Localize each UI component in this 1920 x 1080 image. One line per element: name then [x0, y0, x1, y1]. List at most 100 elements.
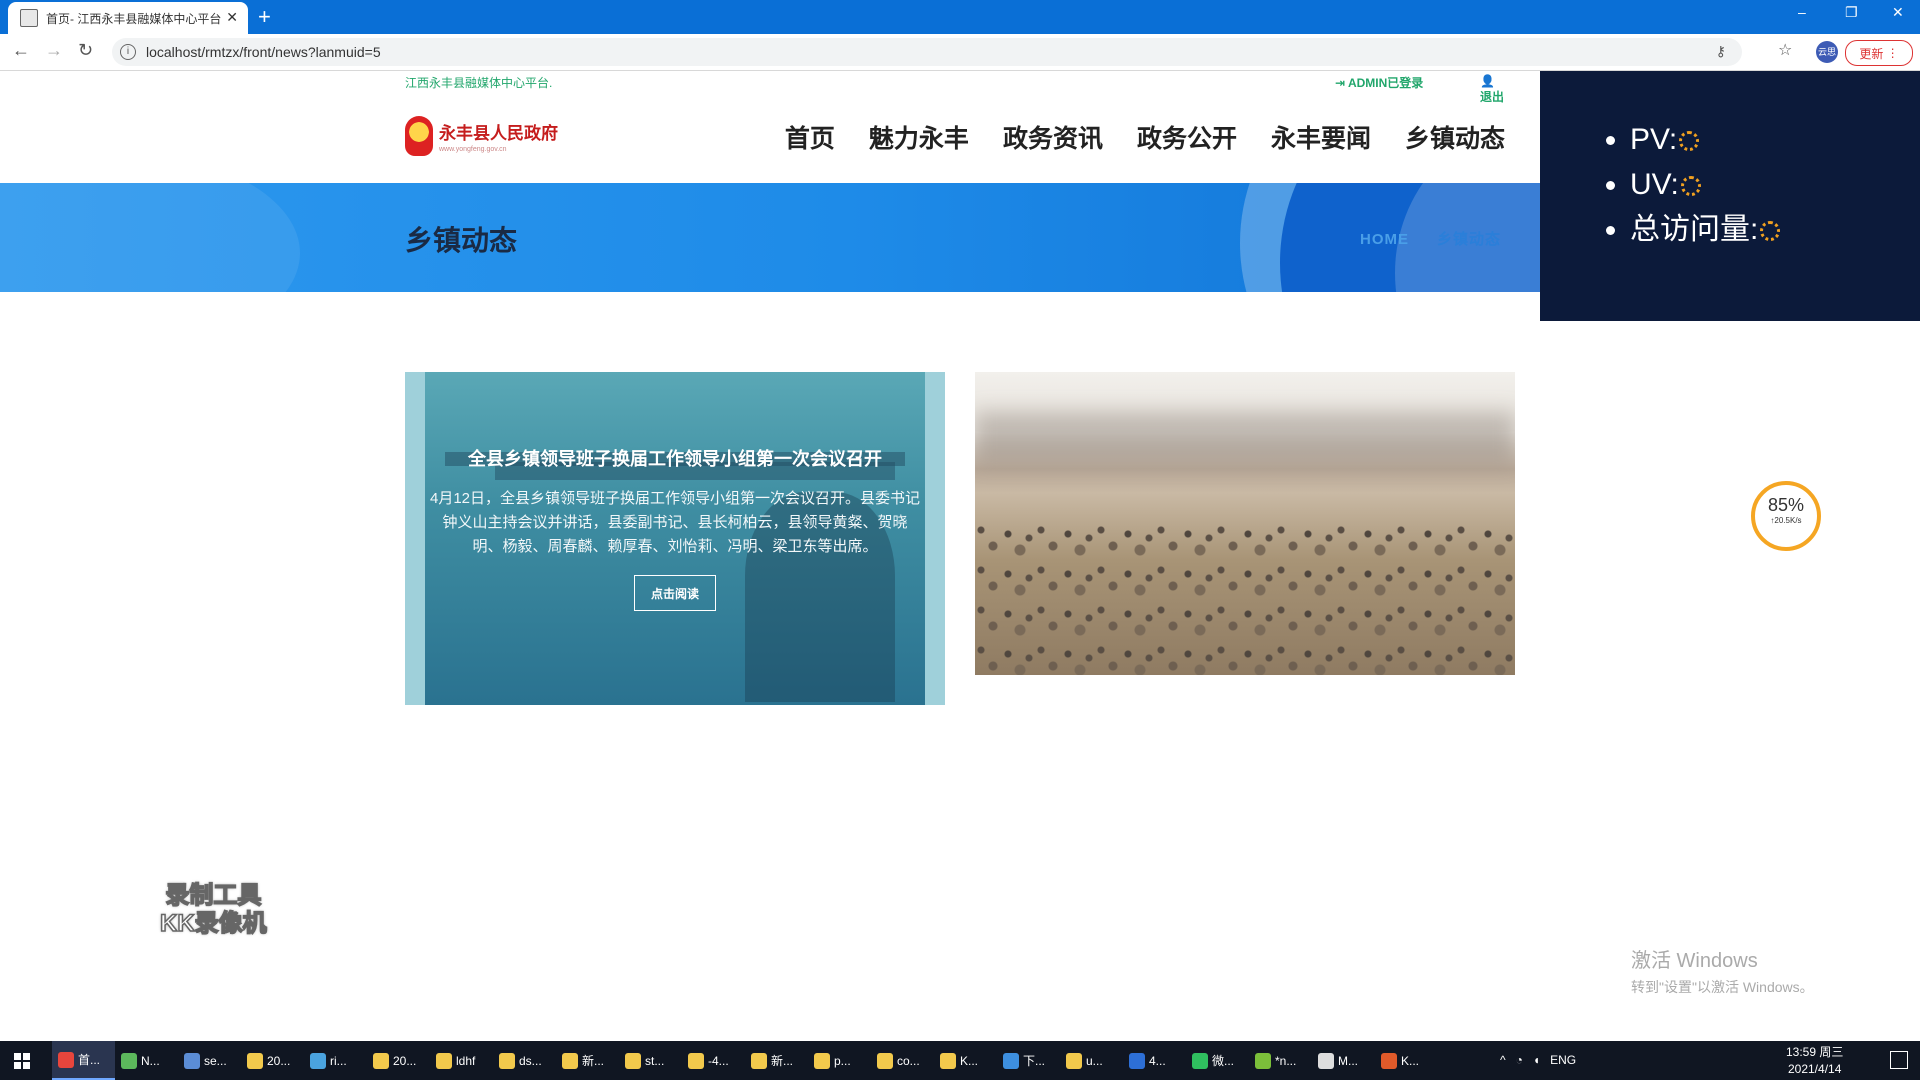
input-language[interactable]: ENG [1550, 1053, 1576, 1067]
minimize-button[interactable]: – [1798, 4, 1806, 20]
news-title[interactable]: 全县乡镇领导班子换届工作领导小组第一次会议召开 [405, 445, 945, 471]
breadcrumb-current: 乡镇动态 [1437, 231, 1502, 248]
app-label: K... [1401, 1053, 1420, 1068]
taskbar-app[interactable]: N... [115, 1041, 178, 1080]
update-button[interactable]: 更新 ⋮ [1845, 40, 1913, 66]
pv-label: PV: [1630, 123, 1678, 156]
site-info-icon[interactable]: i [120, 44, 136, 60]
tab-title: 首页- 江西永丰县融媒体中心平台 [46, 11, 222, 26]
logout-link[interactable]: 👤 退出 [1480, 74, 1505, 105]
url-text[interactable]: localhost/rmtzx/front/news?lanmuid=5 [146, 44, 381, 60]
app-label: u... [1086, 1053, 1103, 1068]
site-name-text: 江西永丰县融媒体中心平台. [405, 76, 553, 90]
taskbar-app[interactable]: -4... [682, 1041, 745, 1080]
notification-icon[interactable] [1890, 1051, 1908, 1069]
taskbar-app[interactable]: 新... [745, 1041, 808, 1080]
app-label: K... [960, 1053, 979, 1068]
total-label: 总访问量: [1630, 213, 1759, 246]
app-icon [1381, 1052, 1397, 1069]
breadcrumb-home[interactable]: HOME [1360, 231, 1409, 248]
tab-close-icon[interactable]: ✕ [226, 9, 238, 26]
app-icon [877, 1052, 893, 1069]
taskbar-app[interactable]: M... [1312, 1041, 1375, 1080]
logo-title: 永丰县人民政府 [439, 124, 558, 143]
nav-home[interactable]: 首页 [785, 119, 835, 155]
taskbar-app[interactable]: 新... [556, 1041, 619, 1080]
app-icon [121, 1052, 137, 1069]
read-more-button[interactable]: 点击阅读 [634, 575, 716, 611]
site-top-bar: 江西永丰县融媒体中心平台. ⇥ ADMIN已登录 👤 退出 [405, 71, 1505, 104]
taskbar-app[interactable]: co... [871, 1041, 934, 1080]
uv-stat: UV: [1630, 162, 1920, 207]
taskbar-app[interactable]: 首... [52, 1041, 115, 1080]
network-speed-widget[interactable]: 85% ↑20.5K/s [1751, 481, 1821, 551]
activation-hint: 转到"设置"以激活 Windows。 [1631, 979, 1814, 995]
profile-avatar[interactable]: 云思 [1816, 41, 1838, 63]
taskbar-app[interactable]: 4... [1123, 1041, 1186, 1080]
nav-yongfeng-news[interactable]: 永丰要闻 [1271, 119, 1371, 155]
app-icon [1192, 1052, 1208, 1069]
taskbar-app[interactable]: ldhf [430, 1041, 493, 1080]
beach-pebbles-image [975, 522, 1515, 675]
app-label: 下... [1023, 1054, 1046, 1068]
nav-gov-info[interactable]: 政务资讯 [1003, 119, 1103, 155]
nav-charm-yongfeng[interactable]: 魅力永丰 [869, 119, 969, 155]
pv-stat: PV: [1630, 117, 1920, 162]
address-bar[interactable]: i localhost/rmtzx/front/news?lanmuid=5 ⚷ [112, 38, 1742, 66]
windows-start-icon[interactable] [14, 1053, 30, 1069]
news-image-card[interactable] [975, 372, 1515, 675]
taskbar-app[interactable]: ri... [304, 1041, 367, 1080]
new-tab-button[interactable]: + [258, 4, 271, 30]
app-icon [499, 1052, 515, 1069]
app-label: p... [834, 1053, 851, 1068]
app-label: *n... [1275, 1053, 1297, 1068]
news-card[interactable]: 全县乡镇领导班子换届工作领导小组第一次会议召开 4月12日，全县乡镇领导班子换届… [405, 372, 945, 705]
taskbar-app[interactable]: K... [934, 1041, 997, 1080]
page-favicon-icon [20, 9, 38, 27]
nav-gov-public[interactable]: 政务公开 [1137, 119, 1237, 155]
app-label: ds... [519, 1053, 542, 1068]
taskbar-clock[interactable]: 13:59 周三 2021/4/14 [1786, 1044, 1843, 1078]
taskbar-app[interactable]: 20... [241, 1041, 304, 1080]
forward-arrow-icon[interactable]: → [45, 40, 63, 61]
speed-percent: 85% [1767, 495, 1805, 515]
recorder-line1: 录制工具 [165, 881, 262, 910]
close-window-button[interactable]: ✕ [1892, 4, 1904, 21]
taskbar-app[interactable]: *n... [1249, 1041, 1312, 1080]
login-status[interactable]: ⇥ ADMIN已登录 [1335, 74, 1423, 91]
taskbar-app[interactable]: u... [1060, 1041, 1123, 1080]
browser-tab[interactable]: 首页- 江西永丰县融媒体中心平台 ✕ [8, 2, 248, 34]
app-icon [373, 1052, 389, 1069]
site-logo[interactable]: 永丰县人民政府 www.yongfeng.gov.cn [405, 116, 558, 156]
back-arrow-icon[interactable]: ← [12, 40, 30, 61]
tray-expand-icon[interactable]: ^ [1500, 1053, 1506, 1067]
wifi-icon[interactable]: ◔ [1516, 1053, 1523, 1067]
recorder-line2: KK录像机 [159, 909, 267, 938]
volume-icon[interactable]: ◖ [1533, 1053, 1540, 1067]
app-label: N... [141, 1053, 160, 1068]
speed-rate: ↑20.5K/s [1770, 516, 1802, 525]
app-icon [247, 1052, 263, 1069]
windows-activation-watermark: 激活 Windows 转到"设置"以激活 Windows。 [1631, 944, 1814, 997]
reload-icon[interactable]: ↻ [78, 40, 93, 61]
taskbar-app[interactable]: p... [808, 1041, 871, 1080]
taskbar-app[interactable]: ds... [493, 1041, 556, 1080]
app-icon [688, 1052, 704, 1069]
bookmark-star-icon[interactable]: ☆ [1778, 40, 1792, 60]
app-icon [562, 1052, 578, 1069]
login-status-text: ADMIN已登录 [1347, 76, 1424, 90]
app-icon [58, 1051, 74, 1068]
app-icon [1318, 1052, 1334, 1069]
recorder-watermark: 录制工具 KK录像机 [159, 881, 267, 938]
taskbar-app[interactable]: se... [178, 1041, 241, 1080]
nav-township-news[interactable]: 乡镇动态 [1405, 119, 1505, 155]
app-icon [1255, 1052, 1271, 1069]
taskbar-app[interactable]: 微... [1186, 1041, 1249, 1080]
password-key-icon[interactable]: ⚷ [1716, 43, 1726, 60]
taskbar-app[interactable]: 20... [367, 1041, 430, 1080]
taskbar-app[interactable]: K... [1375, 1041, 1438, 1080]
taskbar-app[interactable]: 下... [997, 1041, 1060, 1080]
taskbar-app[interactable]: st... [619, 1041, 682, 1080]
restore-button[interactable]: ❐ [1845, 4, 1858, 21]
app-icon [751, 1052, 767, 1069]
